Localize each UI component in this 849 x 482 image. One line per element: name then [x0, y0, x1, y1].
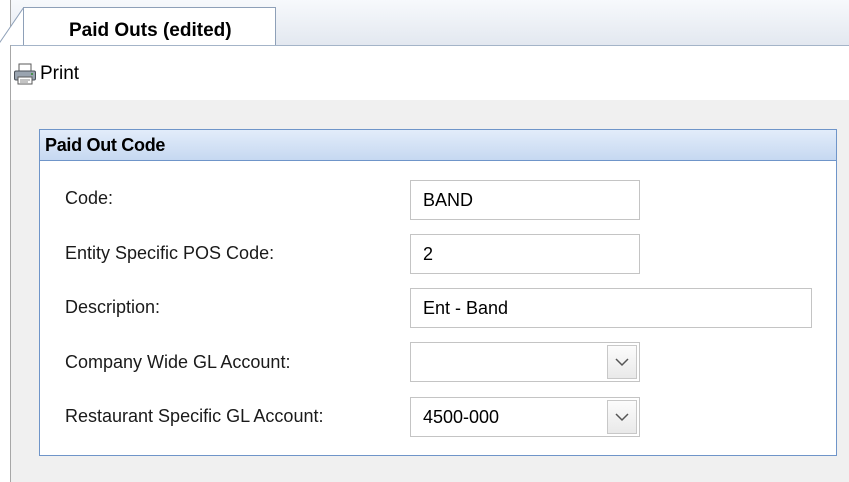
- description-label: Description:: [65, 297, 161, 317]
- restaurant-gl-select[interactable]: 4500-000: [410, 397, 640, 437]
- print-button[interactable]: Print: [13, 61, 79, 87]
- tab-label: Paid Outs (edited): [69, 20, 232, 41]
- company-gl-label: Company Wide GL Account:: [65, 352, 291, 372]
- print-label: Print: [40, 63, 80, 84]
- company-gl-select[interactable]: [410, 342, 640, 382]
- tab-strip: Paid Outs (edited): [0, 0, 849, 46]
- tab-paid-outs[interactable]: Paid Outs (edited): [23, 7, 276, 45]
- code-label: Code:: [65, 188, 114, 208]
- paid-out-code-group: Paid Out Code Code: Entity Specific POS …: [39, 129, 837, 456]
- chevron-down-icon: [615, 357, 629, 366]
- restaurant-gl-value: 4500-000: [423, 407, 500, 427]
- code-field[interactable]: [410, 180, 640, 220]
- restaurant-gl-dropdown-button[interactable]: [607, 400, 637, 434]
- pos-code-label: Entity Specific POS Code:: [65, 243, 275, 263]
- company-gl-dropdown-button[interactable]: [607, 345, 637, 379]
- toolbar: Print: [11, 46, 849, 100]
- pos-code-field[interactable]: [410, 234, 640, 274]
- group-title: Paid Out Code: [40, 130, 836, 161]
- description-field[interactable]: [410, 288, 812, 328]
- chevron-down-icon: [615, 412, 629, 421]
- tab-edge: [0, 7, 24, 45]
- restaurant-gl-label: Restaurant Specific GL Account:: [65, 406, 324, 426]
- document-window: Paid Outs (edited) Print Paid Out Code C…: [0, 0, 849, 482]
- printer-icon: [13, 63, 37, 85]
